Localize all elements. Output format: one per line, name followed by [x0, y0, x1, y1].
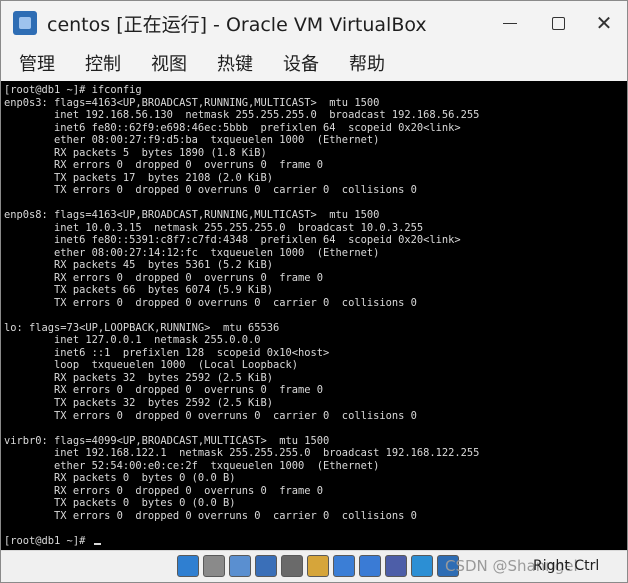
terminal-line: enp0s3: flags=4163<UP,BROADCAST,RUNNING,… — [4, 96, 380, 109]
mouse-integration-icon[interactable] — [411, 555, 433, 577]
maximize-icon — [551, 16, 565, 30]
window-title: centos [正在运行] - Oracle VM VirtualBox — [47, 13, 427, 36]
terminal-line: inet 127.0.0.1 netmask 255.0.0.0 — [4, 334, 261, 347]
hard-disk-icon[interactable] — [177, 555, 199, 577]
terminal-line: lo: flags=73<UP,LOOPBACK,RUNNING> mtu 65… — [4, 321, 280, 334]
terminal-line: inet6 fe80::5391:c8f7:c7fd:4348 prefixle… — [4, 234, 461, 247]
minimize-button[interactable] — [487, 1, 533, 45]
menu-help[interactable]: 帮助 — [345, 48, 389, 78]
close-icon: ✕ — [595, 11, 613, 35]
terminal-line: TX packets 32 bytes 2592 (2.5 KiB) — [4, 397, 273, 409]
terminal-line: RX errors 0 dropped 0 overruns 0 frame 0 — [4, 484, 324, 497]
terminal-line: ether 52:54:00:e0:ce:2f txqueuelen 1000 … — [4, 459, 380, 472]
terminal-line: loop txqueuelen 1000 (Local Loopback) — [4, 359, 299, 372]
terminal-line: TX errors 0 dropped 0 overruns 0 carrier… — [4, 409, 417, 422]
terminal-line: ether 08:00:27:14:12:fc txqueuelen 1000 … — [4, 246, 380, 259]
terminal-line: inet6 fe80::62f9:e698:46ec:5bbb prefixle… — [4, 121, 461, 134]
virtualbox-window: centos [正在运行] - Oracle VM VirtualBox ✕ 管… — [0, 0, 628, 583]
menu-devices[interactable]: 设备 — [279, 48, 323, 78]
menu-manage[interactable]: 管理 — [15, 48, 59, 78]
terminal-line: RX errors 0 dropped 0 overruns 0 frame 0 — [4, 159, 324, 172]
usb-icon[interactable] — [281, 555, 303, 577]
terminal-line: TX errors 0 dropped 0 overruns 0 carrier… — [4, 509, 417, 522]
menu-hotkeys[interactable]: 热键 — [213, 48, 257, 78]
terminal-line: virbr0: flags=4099<UP,BROADCAST,MULTICAS… — [4, 434, 330, 447]
terminal-line: RX packets 5 bytes 1890 (1.8 KiB) — [4, 146, 267, 159]
text-cursor — [93, 542, 101, 545]
optical-drive-icon[interactable] — [203, 555, 225, 577]
terminal-line: ether 08:00:27:f9:d5:ba txqueuelen 1000 … — [4, 134, 380, 147]
audio-icon[interactable] — [229, 555, 251, 577]
menu-view[interactable]: 视图 — [147, 48, 191, 78]
terminal-line: inet 192.168.56.130 netmask 255.255.255.… — [4, 109, 480, 122]
status-bar: CSDN @Shanngel Right Ctrl — [1, 550, 627, 582]
terminal-line: RX packets 0 bytes 0 (0.0 B) — [4, 472, 236, 485]
vm-console-terminal[interactable]: [root@db1 ~]# ifconfig enp0s3: flags=4163… — [1, 81, 627, 550]
video-capture-icon[interactable] — [359, 555, 381, 577]
terminal-line: [root@db1 ~]# ifconfig — [4, 84, 142, 96]
terminal-line: RX errors 0 dropped 0 overruns 0 frame 0 — [4, 384, 324, 397]
terminal-line: enp0s8: flags=4163<UP,BROADCAST,RUNNING,… — [4, 209, 380, 222]
maximize-button[interactable] — [535, 1, 581, 45]
title-bar[interactable]: centos [正在运行] - Oracle VM VirtualBox ✕ — [1, 1, 627, 45]
terminal-line: TX packets 17 bytes 2108 (2.0 KiB) — [4, 171, 273, 184]
terminal-line: TX errors 0 dropped 0 overruns 0 carrier… — [4, 296, 417, 309]
minimize-icon — [503, 22, 517, 24]
virtualization-icon[interactable] — [385, 555, 407, 577]
terminal-line: [root@db1 ~]# — [4, 535, 101, 547]
terminal-line: inet6 ::1 prefixlen 128 scopeid 0x10<hos… — [4, 346, 330, 359]
menu-control[interactable]: 控制 — [81, 48, 125, 78]
terminal-line: RX errors 0 dropped 0 overruns 0 frame 0 — [4, 271, 324, 284]
display-icon[interactable] — [333, 555, 355, 577]
close-button[interactable]: ✕ — [581, 1, 627, 45]
terminal-line: TX packets 66 bytes 6074 (5.9 KiB) — [4, 284, 273, 297]
terminal-line: RX packets 32 bytes 2592 (2.5 KiB) — [4, 371, 273, 384]
terminal-line: RX packets 45 bytes 5361 (5.2 KiB) — [4, 259, 273, 272]
terminal-line: inet 192.168.122.1 netmask 255.255.255.0… — [4, 447, 480, 460]
host-key-label: Right Ctrl — [533, 558, 600, 574]
virtualbox-app-icon — [13, 11, 37, 35]
terminal-line: TX errors 0 dropped 0 overruns 0 carrier… — [4, 184, 417, 197]
shared-folders-icon[interactable] — [307, 555, 329, 577]
terminal-line: TX packets 0 bytes 0 (0.0 B) — [4, 497, 236, 510]
terminal-line: inet 10.0.3.15 netmask 255.255.255.0 bro… — [4, 221, 424, 234]
network-icon[interactable] — [255, 555, 277, 577]
menu-bar: 管理 控制 视图 热键 设备 帮助 — [1, 45, 627, 81]
